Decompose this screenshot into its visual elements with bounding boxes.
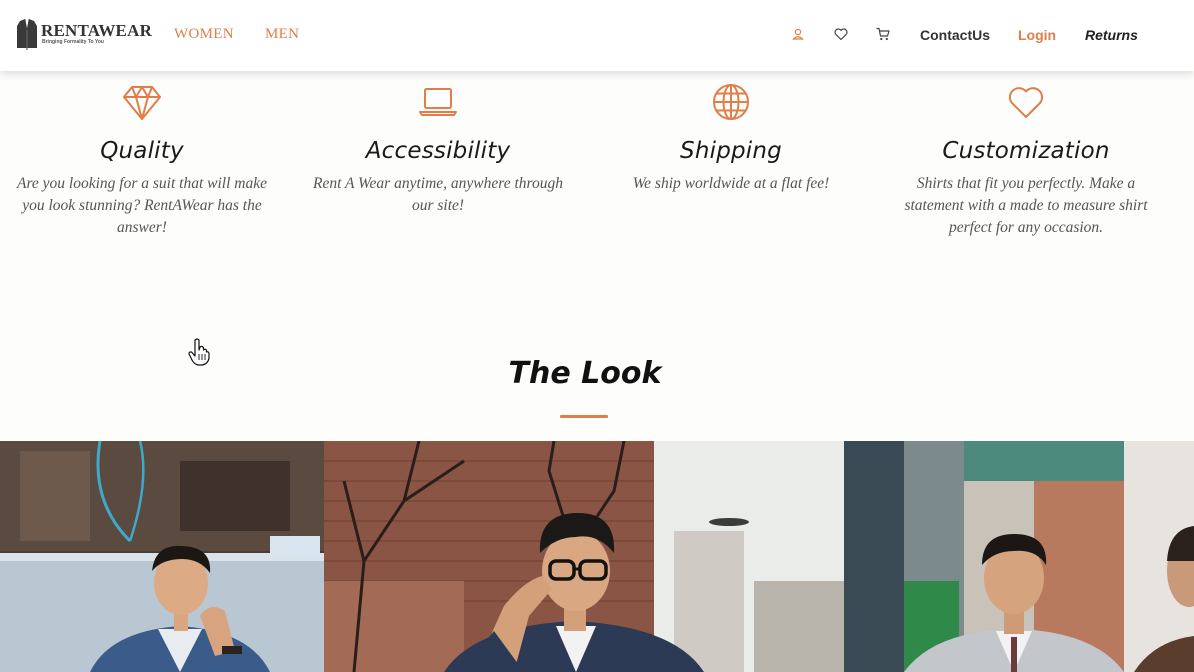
globe-icon (713, 84, 749, 120)
feature-customization: Customization Shirts that fit you perfec… (886, 82, 1166, 239)
heart-outline-icon (1008, 87, 1044, 118)
laptop-icon (419, 88, 457, 116)
feature-title: Quality (100, 138, 184, 164)
feature-title: Shipping (680, 138, 782, 164)
look-photo-1[interactable] (0, 441, 324, 672)
heart-icon[interactable] (833, 26, 849, 42)
feature-accessibility: Accessibility Rent A Wear anytime, anywh… (298, 82, 578, 217)
contact-us-link[interactable]: ContactUs (920, 27, 990, 43)
suit-logo-icon (17, 18, 37, 50)
feature-title: Accessibility (365, 138, 511, 164)
title-underline (560, 415, 608, 418)
nav-men[interactable]: MEN (265, 26, 299, 43)
section-title: The Look (508, 356, 662, 391)
look-photo-3[interactable] (844, 441, 1194, 672)
brand-logo[interactable]: RENTAWEAR Bringing Formality To You (16, 18, 153, 52)
diamond-icon (123, 86, 161, 120)
logo-text: RENTAWEAR (41, 21, 153, 40)
feature-shipping: Shipping We ship worldwide at a flat fee… (591, 82, 871, 195)
user-icon[interactable] (790, 26, 806, 42)
logo-tagline: Bringing Formality To You (42, 39, 104, 45)
nav-women[interactable]: WOMEN (174, 26, 234, 43)
look-gallery (0, 441, 1194, 672)
feature-text: We ship worldwide at a flat fee! (632, 175, 830, 192)
feature-text: Are you looking for a suit that will mak… (17, 175, 267, 236)
pointer-hand-cursor (188, 338, 210, 366)
site-header: RENTAWEAR Bringing Formality To You WOME… (0, 0, 1194, 71)
feature-title: Customization (942, 138, 1110, 164)
feature-text: Rent A Wear anytime, anywhere through ou… (313, 175, 563, 214)
feature-quality: Quality Are you looking for a suit that … (2, 82, 282, 239)
feature-text: Shirts that fit you perfectly. Make a st… (904, 175, 1148, 236)
returns-link[interactable]: Returns (1085, 27, 1138, 43)
look-photo-2[interactable] (324, 441, 844, 672)
login-link[interactable]: Login (1018, 27, 1056, 43)
cart-icon[interactable] (875, 26, 891, 42)
